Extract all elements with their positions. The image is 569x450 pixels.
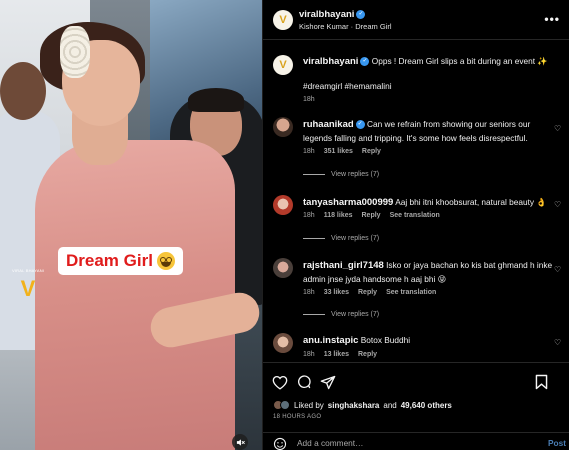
- reply-button[interactable]: Reply: [358, 289, 377, 296]
- more-horizontal-icon[interactable]: •••: [544, 12, 560, 26]
- heart-icon[interactable]: [271, 373, 289, 391]
- comment-text-line: anu.instapic Botox Buddhi: [303, 334, 553, 348]
- comment-icon[interactable]: [295, 373, 313, 391]
- audio-track[interactable]: Kishore Kumar · Dream Girl: [299, 22, 392, 31]
- person-right-hair: [188, 88, 244, 112]
- author-info: viralbhayani ✓: [299, 9, 366, 20]
- watermark-text: VIRAL BHAYANI: [12, 268, 45, 273]
- post-header: V viralbhayani ✓ Kishore Kumar · Dream Gi…: [263, 0, 569, 40]
- emoji-picker-icon[interactable]: [273, 437, 287, 450]
- post-button[interactable]: Post: [548, 438, 566, 448]
- author-avatar[interactable]: V: [273, 10, 293, 30]
- commenter-username[interactable]: rajsthani_girl7148: [303, 260, 384, 271]
- liked-by-prefix: Liked by: [294, 400, 324, 410]
- comment-time: 18h: [303, 289, 315, 296]
- comment-text: Botox Buddhi: [360, 335, 411, 345]
- verified-badge-icon: ✓: [356, 10, 366, 20]
- caption-meta: 18h: [303, 96, 315, 103]
- caption-time: 18h: [303, 96, 315, 103]
- verified-badge-icon: ✓: [360, 57, 370, 67]
- woman-saree: [35, 140, 235, 450]
- view-replies-button[interactable]: View replies (7): [303, 171, 379, 178]
- comment-likes[interactable]: 118 likes: [324, 212, 353, 219]
- caption-hashtags[interactable]: #dreamgirl #hemamalini: [303, 80, 553, 93]
- comment-likes[interactable]: 351 likes: [324, 148, 353, 155]
- comment-text-line: tanyasharma000999 Aaj bhi itni khoobsura…: [303, 196, 553, 210]
- comment-like-heart-icon[interactable]: ♡: [554, 265, 563, 274]
- watermark-logo: V: [20, 276, 36, 301]
- post-action-bar: Liked by singhakshara and 49,640 others …: [263, 362, 569, 422]
- commenter-username[interactable]: anu.instapic: [303, 335, 358, 346]
- see-translation-button[interactable]: See translation: [390, 212, 440, 219]
- comment-like-heart-icon[interactable]: ♡: [554, 124, 563, 133]
- post-details-panel: V viralbhayani ✓ Kishore Kumar · Dream Gi…: [262, 0, 569, 450]
- add-comment-bar: Add a comment… Post: [263, 432, 569, 450]
- liker-avatar: [280, 400, 290, 410]
- save-icon[interactable]: [532, 373, 550, 391]
- view-replies-label: View replies (7): [331, 235, 380, 242]
- comment-text: Aaj bhi itni khoobsurat, natural beauty …: [395, 197, 547, 207]
- replies-divider: [303, 238, 325, 239]
- commenter-avatar[interactable]: [273, 117, 293, 137]
- comment-meta: 18h 351 likes Reply: [303, 148, 381, 155]
- view-replies-button[interactable]: View replies (7): [303, 311, 379, 318]
- liked-by-count[interactable]: 49,640 others: [401, 401, 452, 410]
- commenter-avatar[interactable]: [273, 195, 293, 215]
- replies-divider: [303, 174, 325, 175]
- hair-flowers: [60, 26, 90, 78]
- view-replies-label: View replies (7): [331, 311, 380, 318]
- comment-text-line: ruhaanikad ✓ Can we refrain from showing …: [303, 118, 553, 144]
- commenter-username[interactable]: tanyasharma000999: [303, 197, 393, 208]
- post-media[interactable]: VIRAL BHAYANI V Dream Girl: [0, 0, 262, 450]
- comment-meta: 18h 118 likes Reply See translation: [303, 212, 440, 219]
- comment-input[interactable]: Add a comment…: [297, 438, 363, 448]
- commenter-username[interactable]: ruhaanikad: [303, 119, 354, 130]
- liked-by-joiner: and: [383, 400, 397, 410]
- comment-time: 18h: [303, 212, 315, 219]
- caption-username[interactable]: viralbhayani: [303, 56, 358, 67]
- posted-time[interactable]: 18 HOURS AGO: [273, 414, 321, 420]
- comment-meta: 18h 13 likes Reply: [303, 351, 377, 358]
- liked-by-user[interactable]: singhakshara: [328, 401, 380, 410]
- view-replies-button[interactable]: View replies (7): [303, 235, 379, 242]
- commenter-avatar[interactable]: [273, 333, 293, 353]
- likes-summary: Liked by singhakshara and 49,640 others: [273, 400, 452, 410]
- comment-meta: 18h 33 likes Reply See translation: [303, 289, 436, 296]
- comment-time: 18h: [303, 148, 315, 155]
- person-left-head: [0, 62, 46, 120]
- comment-like-heart-icon[interactable]: ♡: [554, 200, 563, 209]
- dream-girl-overlay: Dream Girl: [58, 247, 183, 275]
- caption-avatar[interactable]: V: [273, 55, 293, 75]
- comment-time: 18h: [303, 351, 315, 358]
- speaker-muted-icon[interactable]: [232, 434, 248, 450]
- caption-text: Opps ! Dream Girl slips a bit during an …: [371, 56, 548, 66]
- verified-badge-icon: ✓: [355, 120, 365, 130]
- instagram-post-window: VIRAL BHAYANI V Dream Girl V viralbhayan…: [0, 0, 569, 450]
- comment-likes[interactable]: 13 likes: [324, 351, 349, 358]
- reply-button[interactable]: Reply: [358, 351, 377, 358]
- replies-divider: [303, 314, 325, 315]
- caption-text-line: viralbhayani ✓ Opps ! Dream Girl slips a …: [303, 55, 553, 69]
- comment-like-heart-icon[interactable]: ♡: [554, 338, 563, 347]
- author-username[interactable]: viralbhayani: [299, 9, 354, 20]
- overlay-text: Dream Girl: [66, 251, 153, 270]
- view-replies-label: View replies (7): [331, 171, 380, 178]
- commenter-avatar[interactable]: [273, 258, 293, 278]
- comment-text-line: rajsthani_girl7148 Isko or jaya bachan k…: [303, 259, 553, 285]
- share-icon[interactable]: [319, 373, 337, 391]
- comment-likes[interactable]: 33 likes: [324, 289, 349, 296]
- reply-button[interactable]: Reply: [362, 148, 381, 155]
- see-translation-button[interactable]: See translation: [386, 289, 436, 296]
- reply-button[interactable]: Reply: [362, 212, 381, 219]
- star-struck-emoji-icon: [156, 252, 175, 270]
